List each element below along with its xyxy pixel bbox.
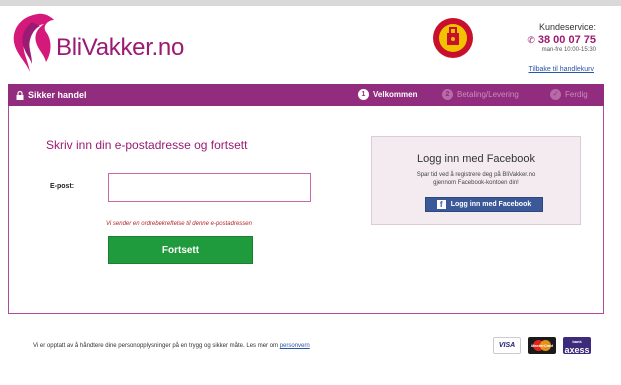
visa-icon: VISA xyxy=(493,337,521,354)
email-note: Vi sender en ordrebekreftelse til denne … xyxy=(106,221,252,227)
secure-checkout: Sikker handel xyxy=(16,90,87,100)
site-logo[interactable]: BliVakker.no xyxy=(8,12,208,74)
top-band xyxy=(0,0,621,6)
email-label: E-post: xyxy=(50,183,75,190)
email-field[interactable] xyxy=(108,173,311,202)
step-number: 1 xyxy=(358,89,369,100)
privacy-notice: Vi er opptatt av å håndtere dine persono… xyxy=(33,343,310,349)
checkout-main-panel: Skriv inn din e-postadresse og fortsett … xyxy=(8,106,604,314)
trygg-e-handel-badge-icon[interactable] xyxy=(432,17,474,59)
logo-woman-silhouette-icon xyxy=(13,13,55,73)
back-to-cart-link[interactable]: Tilbake til handlekurv xyxy=(529,66,595,73)
bankaxess-icon: bank axess xyxy=(563,337,591,355)
step-label: Betaling/Levering xyxy=(457,90,519,99)
facebook-f-icon: f xyxy=(436,200,446,209)
facebook-button-label: Logg inn med Facebook xyxy=(450,201,532,208)
check-icon: ✓ xyxy=(550,89,561,100)
step-number: 2 xyxy=(442,89,453,100)
payment-cards: VISA MasterCard bank axess xyxy=(493,337,591,354)
customer-service: Kundeservice: ✆ 38 00 07 75 man-fre 10:00… xyxy=(527,22,596,53)
step-payment-delivery: 2 Betaling/Levering xyxy=(442,89,519,100)
facebook-panel-title: Logg inn med Facebook xyxy=(416,153,536,165)
logo-text: BliVakker.no xyxy=(56,34,185,61)
secure-label: Sikker handel xyxy=(28,90,87,100)
privacy-link[interactable]: personvern xyxy=(280,343,310,349)
email-heading: Skriv inn din e-postadresse og fortsett xyxy=(46,138,248,152)
checkout-step-bar: Sikker handel 1 Velkommen 2 Betaling/Lev… xyxy=(8,84,604,106)
service-hours: man-fre 10:00-15:30 xyxy=(541,47,596,53)
facebook-panel-description: Spar tid ved å registrere deg på BliVakk… xyxy=(416,172,536,186)
phone-icon: ✆ xyxy=(527,35,535,45)
facebook-login-button[interactable]: f Logg inn med Facebook xyxy=(425,197,543,212)
step-label: Ferdig xyxy=(565,90,588,99)
service-label: Kundeservice: xyxy=(538,22,596,32)
mastercard-icon: MasterCard xyxy=(528,337,556,354)
step-done: ✓ Ferdig xyxy=(550,89,588,100)
step-label: Velkommen xyxy=(373,90,418,99)
lock-icon xyxy=(16,90,24,100)
step-welcome: 1 Velkommen xyxy=(358,89,417,100)
continue-button[interactable]: Fortsett xyxy=(108,236,253,264)
facebook-login-panel: Logg inn med Facebook Spar tid ved å reg… xyxy=(371,136,581,225)
service-phone[interactable]: ✆ 38 00 07 75 xyxy=(527,34,596,46)
